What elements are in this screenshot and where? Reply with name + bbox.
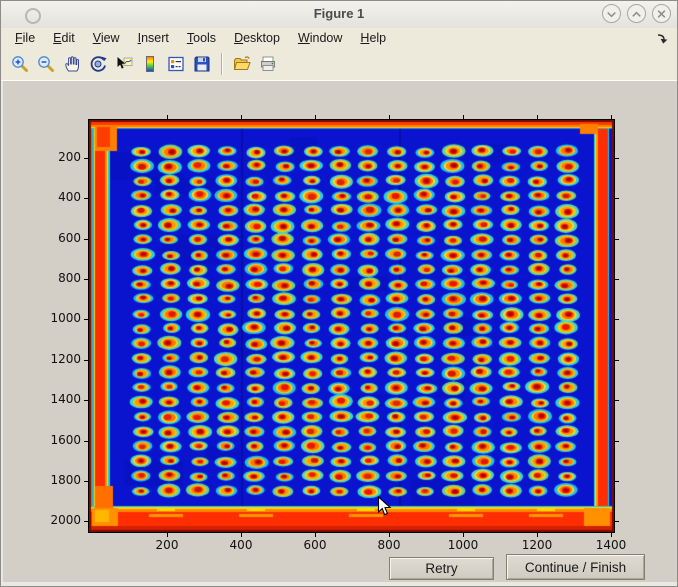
open-file-icon[interactable] — [229, 52, 255, 76]
continue-finish-button[interactable]: Continue / Finish — [506, 554, 645, 580]
menu-edit[interactable]: Edit — [44, 29, 84, 47]
figure-toolbar — [1, 48, 677, 81]
y-tick-label: 1600 — [35, 433, 81, 447]
menu-window[interactable]: Window — [289, 29, 351, 47]
window-bottom-edge — [1, 582, 678, 587]
x-tick — [537, 533, 538, 537]
maximize-window-button[interactable] — [627, 4, 646, 23]
zoom-in-icon[interactable] — [7, 52, 33, 76]
y-tick-label: 400 — [35, 190, 81, 204]
colorbar-icon[interactable] — [137, 52, 163, 76]
y-tick — [84, 400, 88, 401]
menu-insert[interactable]: Insert — [129, 29, 178, 47]
y-tick-label: 600 — [35, 231, 81, 245]
window-controls — [602, 4, 671, 23]
y-tick — [84, 481, 88, 482]
x-tick — [611, 533, 612, 537]
y-tick-right — [615, 400, 619, 401]
y-tick — [84, 521, 88, 522]
y-tick — [84, 279, 88, 280]
y-tick — [84, 319, 88, 320]
x-tick-label: 1000 — [441, 538, 485, 552]
x-tick-top — [389, 115, 390, 119]
shade-window-button[interactable] — [602, 4, 621, 23]
menu-file[interactable]: File — [6, 29, 44, 47]
y-tick-right — [615, 521, 619, 522]
titlebar: Figure 1 — [1, 1, 677, 29]
y-tick-label: 2000 — [35, 513, 81, 527]
x-tick-label: 800 — [367, 538, 411, 552]
y-tick-label: 200 — [35, 150, 81, 164]
axes-box — [88, 119, 615, 533]
x-tick-label: 1400 — [589, 538, 633, 552]
rotate-3d-icon[interactable] — [85, 52, 111, 76]
y-tick-label: 1400 — [35, 392, 81, 406]
y-tick-right — [615, 158, 619, 159]
x-tick-label: 1200 — [515, 538, 559, 552]
y-tick-right — [615, 239, 619, 240]
figure-canvas-area: 200 400 600 800 1000 1200 1400 200 400 600 800 1000… — [1, 81, 678, 587]
x-tick-top — [537, 115, 538, 119]
data-cursor-icon[interactable] — [111, 52, 137, 76]
x-tick-top — [241, 115, 242, 119]
y-tick-label: 800 — [35, 271, 81, 285]
menu-view[interactable]: View — [84, 29, 129, 47]
y-tick-right — [615, 319, 619, 320]
zoom-out-icon[interactable] — [33, 52, 59, 76]
retry-button[interactable]: Retry — [389, 557, 494, 580]
x-tick-top — [463, 115, 464, 119]
y-tick — [84, 239, 88, 240]
menu-help[interactable]: Help — [351, 29, 395, 47]
print-icon[interactable] — [255, 52, 281, 76]
x-tick-label: 200 — [145, 538, 189, 552]
y-tick — [84, 441, 88, 442]
pan-hand-icon[interactable] — [59, 52, 85, 76]
menu-items: FileEditViewInsertToolsDesktopWindowHelp — [1, 29, 395, 47]
y-tick-label: 1200 — [35, 352, 81, 366]
menu-desktop[interactable]: Desktop — [225, 29, 289, 47]
y-tick-right — [615, 481, 619, 482]
x-tick-top — [611, 115, 612, 119]
x-tick-top — [315, 115, 316, 119]
menu-tools[interactable]: Tools — [178, 29, 225, 47]
close-window-button[interactable] — [652, 4, 671, 23]
menu-bar: FileEditViewInsertToolsDesktopWindowHelp — [1, 28, 677, 49]
y-tick-right — [615, 279, 619, 280]
dock-figure-icon[interactable] — [655, 31, 669, 45]
x-tick-label: 600 — [293, 538, 337, 552]
microarray-image[interactable] — [89, 120, 614, 532]
x-tick — [241, 533, 242, 537]
y-tick — [84, 158, 88, 159]
toolbar-separator — [221, 53, 223, 75]
x-tick-label: 400 — [219, 538, 263, 552]
window-title: Figure 1 — [1, 6, 677, 21]
save-icon[interactable] — [189, 52, 215, 76]
y-tick-right — [615, 360, 619, 361]
window-inner-edge — [1, 81, 3, 587]
x-tick — [463, 533, 464, 537]
x-tick-top — [167, 115, 168, 119]
y-tick — [84, 360, 88, 361]
insert-legend-icon[interactable] — [163, 52, 189, 76]
x-tick — [389, 533, 390, 537]
y-tick — [84, 198, 88, 199]
y-tick-right — [615, 441, 619, 442]
figure-window: Figure 1 FileEditViewInsertToolsDesktopW… — [0, 0, 678, 587]
x-tick — [167, 533, 168, 537]
y-tick-label: 1800 — [35, 473, 81, 487]
x-tick — [315, 533, 316, 537]
y-tick-label: 1000 — [35, 311, 81, 325]
y-tick-right — [615, 198, 619, 199]
